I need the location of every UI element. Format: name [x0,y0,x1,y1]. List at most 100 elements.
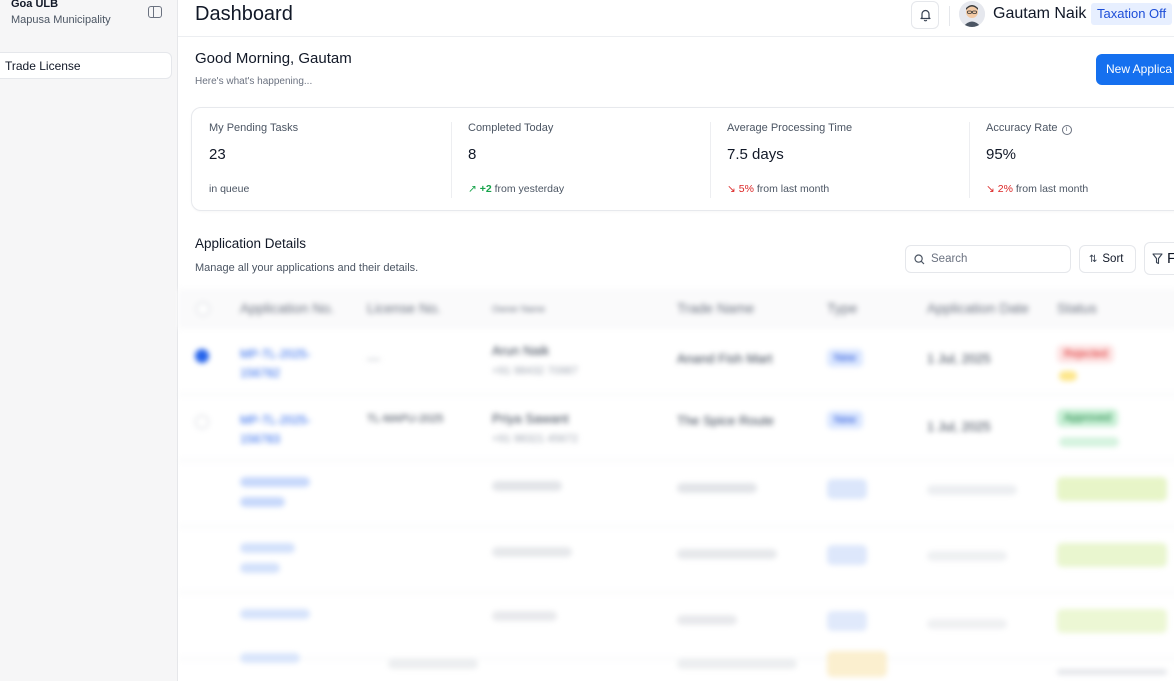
column-header[interactable]: Owner Name [492,304,545,314]
trend-down-icon: ↘ [727,183,736,195]
placeholder-bar [240,563,280,573]
column-header[interactable]: Application Date [927,300,1029,316]
stats-card: My Pending Tasks 23 in queue Completed T… [191,107,1174,211]
filter-label: F [1167,250,1174,267]
stat-footnote: in queue [209,183,250,195]
stat-footnote: ↗ +2 from yesterday [468,183,564,195]
status-indicator [1059,437,1119,447]
status-badge: Rejected [1057,345,1115,363]
notifications-button[interactable] [911,1,939,29]
application-number[interactable]: MP-TL-2025-156782 [240,345,340,383]
placeholder-bar [240,609,310,619]
owner-name: Arun Naik [492,343,550,358]
placeholder-bar [388,659,478,669]
application-number[interactable]: MP-TL-2025-156783 [240,411,340,449]
owner-phone: +91 98321 45672 [492,433,578,445]
stat-label: My Pending Tasks [209,122,299,134]
applications-table: Application No. License No. Owner Name T… [178,289,1174,681]
stat-change-text: from last month [756,183,830,195]
stat-change: 5% [738,183,754,195]
placeholder-bar [492,547,572,557]
placeholder-bar [827,545,867,565]
filter-icon [1152,252,1163,264]
type-badge: New [827,349,864,367]
stat-pending-tasks: My Pending Tasks 23 in queue [192,108,451,210]
stat-label: Average Processing Time [727,122,853,134]
trend-up-icon: ↗ [468,183,477,195]
section-title: Application Details [195,236,307,251]
table-row[interactable] [178,461,1174,527]
placeholder-bar [827,651,887,677]
stat-avg-processing-time: Average Processing Time 7.5 days ↘ 5% fr… [710,108,969,210]
column-header[interactable]: Trade Name [677,300,754,316]
placeholder-bar [927,485,1017,495]
application-date: 1 Jul, 2025 [927,351,991,366]
placeholder-bar [1057,543,1167,567]
stat-change-text: from last month [1015,183,1089,195]
placeholder-bar [240,653,300,663]
top-header: Dashboard Gautam Naik Taxation Off [178,0,1174,37]
placeholder-bar [927,551,1007,561]
filter-button[interactable]: F [1144,242,1174,275]
stat-completed-today: Completed Today 8 ↗ +2 from yesterday [451,108,710,210]
license-number: TL-MAPU-2025 [367,413,444,425]
stat-footnote: ↘ 5% from last month [727,183,829,195]
org-title: Goa ULB [11,0,59,10]
stat-label: Accuracy Rate i [986,122,1072,135]
sidebar-toggle-icon[interactable] [148,6,162,18]
placeholder-bar [240,477,310,487]
table-header: Application No. License No. Owner Name T… [178,289,1174,329]
sort-icon: ⇅ [1089,253,1098,265]
header-divider [949,6,950,26]
user-role-badge: Taxation Off [1091,3,1173,25]
column-header[interactable]: License No. [367,300,441,316]
type-badge: New [827,411,864,429]
stat-value: 8 [468,146,477,163]
stat-change: +2 [479,183,492,195]
bell-icon [919,9,931,22]
info-icon[interactable]: i [1061,125,1072,135]
search-input[interactable] [931,253,1061,265]
section-subtitle: Manage all your applications and their d… [195,262,419,274]
table-row[interactable] [178,639,1174,681]
stat-footnote: ↘ 2% from last month [986,183,1088,195]
user-name[interactable]: Gautam Naik [993,5,1086,23]
placeholder-bar [492,611,557,621]
sort-label: Sort [1102,253,1124,265]
license-number: — [367,351,380,366]
column-header[interactable]: Type [827,300,857,316]
search-icon [914,253,925,264]
search-box[interactable] [905,245,1071,273]
placeholder-bar [677,549,777,559]
placeholder-bar [240,497,285,507]
sidebar: Goa ULB Mapusa Municipality Trade Licens… [0,0,178,681]
table-row[interactable] [178,527,1174,593]
placeholder-bar [927,619,1007,629]
avatar-image [959,1,985,27]
select-all-checkbox[interactable] [196,302,210,316]
column-header[interactable]: Status [1057,300,1097,316]
sidebar-item-trade-license[interactable]: Trade License [0,52,172,79]
table-row[interactable]: MP-TL-2025-156782 — Arun Naik +91 98432 … [178,329,1174,395]
sidebar-item-label: Trade License [5,58,81,73]
user-avatar[interactable] [959,1,985,27]
application-date: 1 Jul, 2025 [927,419,991,434]
stat-value: 95% [986,146,1017,163]
sort-button[interactable]: ⇅ Sort [1079,245,1136,273]
placeholder-bar [240,543,295,553]
column-header[interactable]: Application No. [240,300,334,316]
table-row[interactable]: MP-TL-2025-156783 TL-MAPU-2025 Priya Saw… [178,395,1174,461]
placeholder-bar [677,615,737,625]
placeholder-bar [827,611,867,631]
status-badge: Approved [1057,409,1119,427]
org-brand: Goa ULB Mapusa Municipality [11,0,111,26]
placeholder-bar [1057,477,1167,501]
row-checkbox[interactable] [195,349,209,363]
greeting-subtitle: Here's what's happening... [195,76,313,87]
placeholder-bar [1057,609,1167,633]
org-subtitle: Mapusa Municipality [11,14,111,26]
stat-label-text: Accuracy Rate [986,122,1058,134]
status-indicator [1059,371,1077,381]
row-checkbox[interactable] [195,415,209,429]
new-application-button[interactable]: New Applica [1096,54,1174,85]
